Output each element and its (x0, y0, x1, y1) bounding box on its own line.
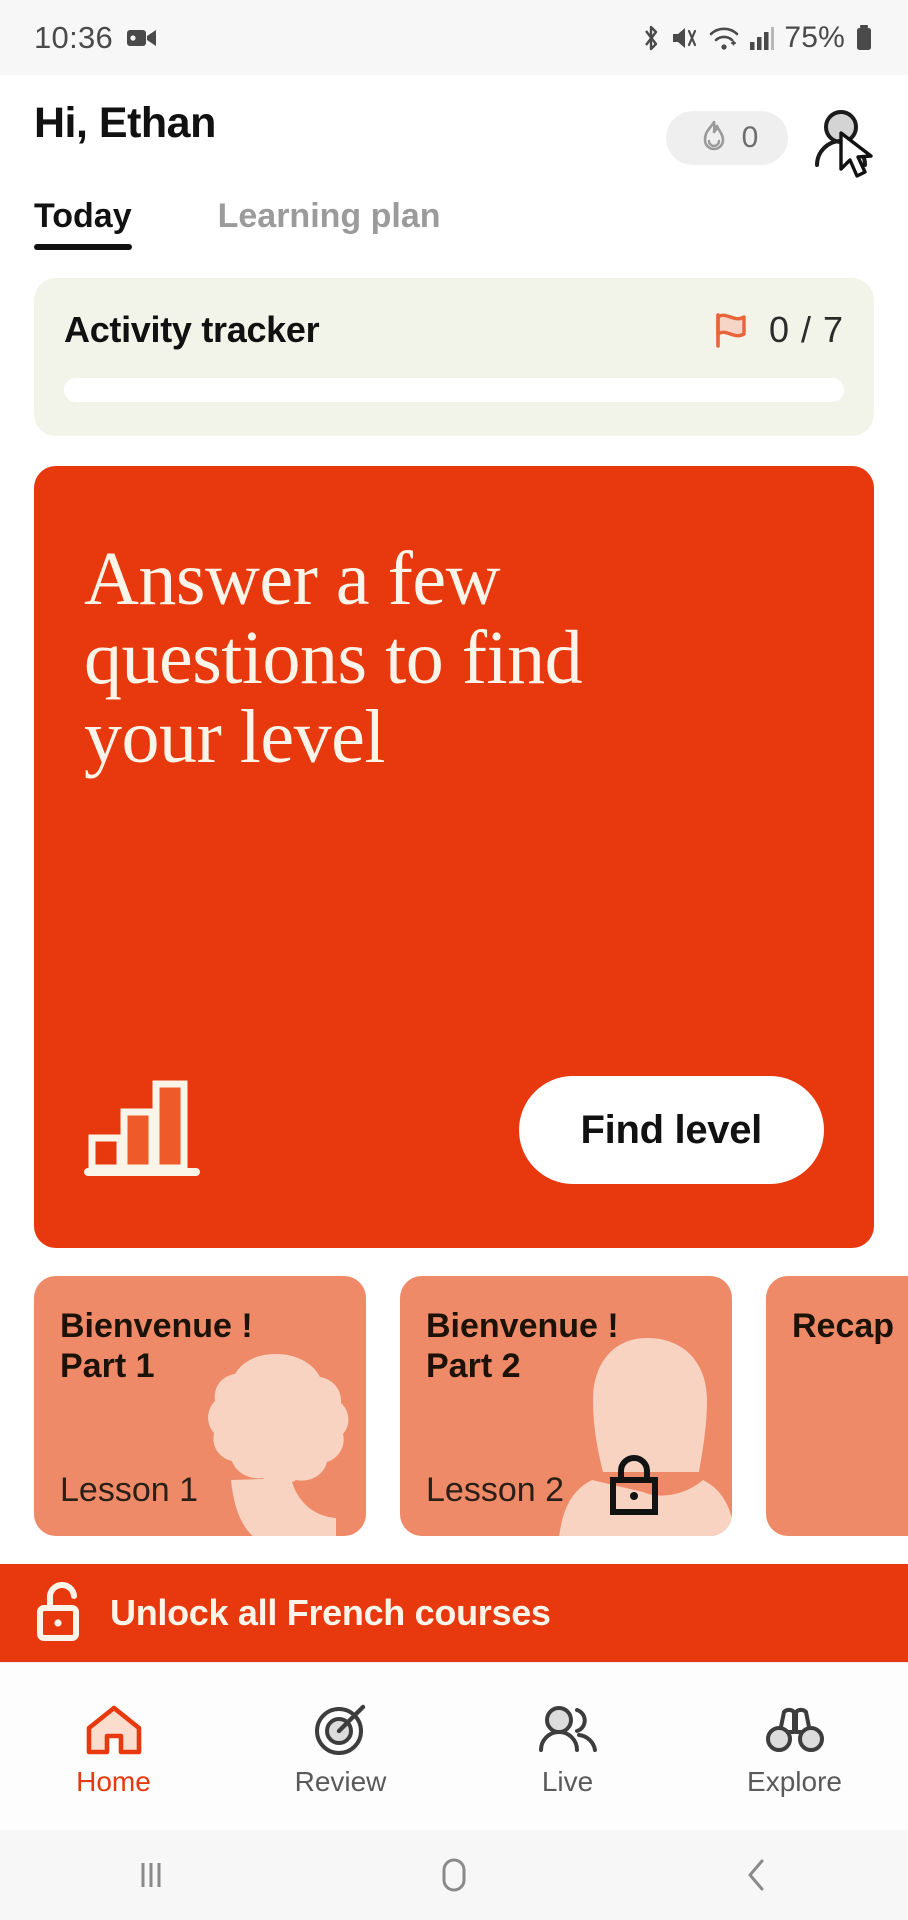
lesson-card-subtitle: Lesson 1 (60, 1471, 198, 1509)
activity-tracker-count: 0 / 7 (768, 309, 844, 350)
android-back-button[interactable] (605, 1853, 908, 1897)
target-icon (314, 1704, 365, 1755)
nav-item-home[interactable]: Home (0, 1702, 227, 1798)
lesson-card-title: Bienvenue ! Part 2 (426, 1307, 619, 1386)
nav-label-live: Live (541, 1765, 594, 1797)
bluetooth-icon (645, 25, 658, 50)
activity-tracker-title: Activity tracker (64, 309, 320, 350)
lesson-card[interactable]: Recap (766, 1276, 908, 1536)
activity-tracker-header: Activity tracker 0 / 7 (64, 308, 844, 352)
streak-count-label: 0 (741, 121, 759, 154)
cellular-signal-icon (750, 26, 775, 50)
home-icon (86, 1705, 141, 1754)
tab-learning-plan[interactable]: Learning plan (218, 197, 441, 250)
profile-avatar-button[interactable] (808, 105, 874, 178)
status-bar-left: 10:36 (34, 20, 157, 56)
activity-progress-bar (64, 378, 844, 402)
people-icon (538, 1705, 597, 1752)
lesson-carousel[interactable]: Bienvenue ! Part 1 Lesson 1 Bienvenue ! Pa… (34, 1276, 908, 1536)
nav-label-explore: Explore (747, 1765, 842, 1797)
android-navigation-bar (0, 1830, 908, 1920)
hero-headline: Answer a few questions to find your leve… (84, 537, 583, 780)
flame-icon (703, 120, 724, 151)
find-level-hero-card[interactable]: Answer a few questions to find your leve… (34, 466, 874, 1248)
bar-chart-icon (84, 1080, 200, 1176)
activity-tracker-card[interactable]: Activity tracker 0 / 7 (34, 278, 874, 436)
back-chevron-icon (748, 1859, 764, 1891)
wifi-icon (710, 27, 739, 50)
battery-percent-label: 75% (784, 20, 845, 54)
home-circle-icon (442, 1858, 466, 1892)
mouse-cursor-icon (839, 131, 873, 178)
main-tabs: Today Learning plan (0, 197, 908, 250)
greeting-title: Hi, Ethan (34, 99, 216, 147)
main-content: Activity tracker 0 / 7 Answer a few ques… (0, 250, 908, 1662)
nav-item-review[interactable]: Review (227, 1702, 454, 1798)
hero-footer: Find level (84, 1074, 824, 1186)
lesson-card[interactable]: Bienvenue ! Part 1 Lesson 1 (34, 1276, 366, 1536)
nav-item-live[interactable]: Live (454, 1702, 681, 1798)
lesson-card-subtitle: Lesson 2 (426, 1471, 564, 1509)
find-level-button[interactable]: Find level (518, 1076, 824, 1184)
nav-item-explore[interactable]: Explore (681, 1702, 908, 1798)
recents-icon (141, 1863, 161, 1887)
binoculars-icon (765, 1707, 824, 1752)
lock-icon (610, 1455, 658, 1515)
nav-label-review: Review (294, 1765, 387, 1797)
mute-icon (673, 27, 697, 48)
tab-today[interactable]: Today (34, 197, 132, 250)
status-bar-clock: 10:36 (34, 19, 114, 55)
android-recents-button[interactable] (0, 1855, 303, 1895)
open-padlock-icon (37, 1582, 79, 1641)
status-bar-right: 75% (640, 21, 874, 55)
phone-screen: 10:36 75% Hi, Ethan 0 Today Learning pla… (0, 0, 908, 1920)
app-header: Hi, Ethan 0 (0, 75, 908, 178)
status-bar: 10:36 75% (0, 0, 908, 75)
bottom-navigation: Home Review Live Explore (0, 1662, 908, 1830)
lesson-card-title: Recap (792, 1307, 895, 1345)
flag-icon (716, 313, 746, 348)
unlock-banner-label: Unlock all French courses (110, 1592, 551, 1633)
streak-pill[interactable]: 0 (666, 111, 788, 165)
activity-tracker-progress-label: 0 / 7 (709, 308, 844, 352)
video-camera-icon (127, 29, 157, 46)
lesson-card-title: Bienvenue ! Part 1 (60, 1307, 253, 1386)
nav-label-home: Home (76, 1765, 151, 1797)
unlock-courses-banner[interactable]: Unlock all French courses (0, 1564, 908, 1662)
battery-icon (857, 24, 871, 50)
lesson-card[interactable]: Bienvenue ! Part 2 Lesson 2 (400, 1276, 732, 1536)
android-home-button[interactable] (303, 1853, 606, 1897)
header-actions: 0 (666, 105, 874, 178)
